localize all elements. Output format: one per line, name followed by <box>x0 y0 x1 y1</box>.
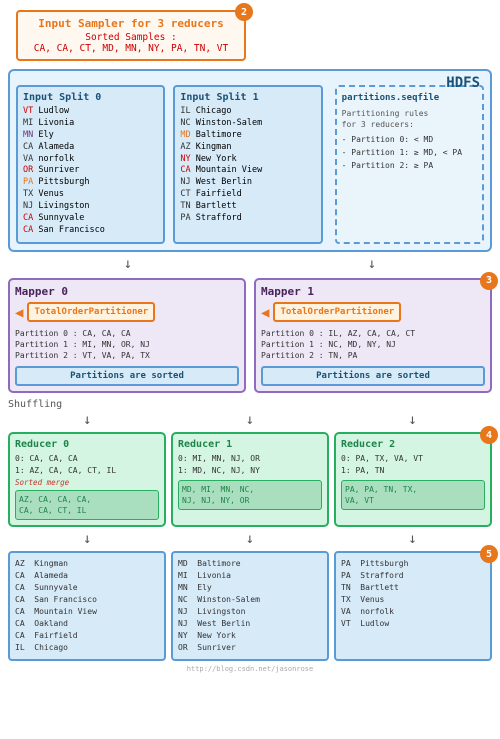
mapper-box-1: Mapper 1 ◀ TotalOrderPartitioner Partiti… <box>254 278 492 394</box>
reducer-1-title: Reducer 1 <box>178 439 322 450</box>
mapper-1-partitions: Partition 0 : IL, AZ, CA, CA, CT Partiti… <box>261 328 485 362</box>
mapper-box-0: Mapper 0 ◀ TotalOrderPartitioner Partiti… <box>8 278 246 394</box>
input-sampler-content: Sorted Samples : CA, CA, CT, MD, MN, NY,… <box>26 32 236 54</box>
arrows-to-reducers: ↓ ↓ ↓ <box>6 412 494 428</box>
reducer-1-out-0: MD, MI, MN, NC, <box>182 485 254 494</box>
mapper-0-title: Mapper 0 <box>15 285 239 298</box>
seqfile-rules: - Partition 0: < MD - Partition 1: ≥ MD,… <box>342 134 477 172</box>
sorted-box-1: Partitions are sorted <box>261 366 485 386</box>
mapper-0-partitions: Partition 0 : CA, CA, CA Partition 1 : M… <box>15 328 239 362</box>
reducer-box-1: Reducer 1 0: MI, MN, NJ, OR 1: MD, NC, N… <box>171 432 329 527</box>
output-box-2: PA Pittsburgh PA Strafford TN Bartlett T… <box>334 551 492 661</box>
partition-1-2: Partition 2 : TN, PA <box>261 351 357 360</box>
badge-2: 2 <box>235 3 253 21</box>
reducer-2-input-0: 0: PA, TX, VA, VT <box>341 454 423 463</box>
watermark: http://blog.csdn.net/jasonrose <box>6 665 494 673</box>
reducer-box-0: Reducer 0 0: CA, CA, CA 1: AZ, CA, CA, C… <box>8 432 166 527</box>
top-row: Input Sampler for 3 reducers Sorted Samp… <box>6 6 494 65</box>
output-box-1: MD Baltimore MI Livonia MN Ely NC Winsto… <box>171 551 329 661</box>
reducer-1-input: 0: MI, MN, NJ, OR 1: MD, NC, NJ, NY <box>178 453 322 475</box>
arrow-down-2: ↓ <box>368 256 376 272</box>
partition-1-1: Partition 1 : NC, MD, NY, NJ <box>261 340 396 349</box>
reducer-0-out-0: AZ, CA, CA, CA, <box>19 495 91 504</box>
reducer-1-output: MD, MI, MN, NC, NJ, NJ, NY, OR <box>178 480 322 510</box>
left-arrow-1: ◀ <box>261 305 269 321</box>
arrow-down-1: ↓ <box>124 256 132 272</box>
arrows-to-mappers: ↓ ↓ <box>6 256 494 272</box>
reducer-1-input-0: 0: MI, MN, NJ, OR <box>178 454 260 463</box>
output-section: AZ Kingman CA Alameda CA Sunnyvale CA Sa… <box>8 551 492 661</box>
reducers-section: Reducer 0 0: CA, CA, CA 1: AZ, CA, CA, C… <box>8 432 492 527</box>
mapper-0-top-row: ◀ TotalOrderPartitioner <box>15 302 239 325</box>
split-1-title: Input Split 1 <box>180 92 315 103</box>
left-arrow-0: ◀ <box>15 305 23 321</box>
reducer-2-output: PA, PA, TN, TX, VA, VT <box>341 480 485 510</box>
arrow-r0: ↓ <box>83 412 91 428</box>
split-0-title: Input Split 0 <box>23 92 158 103</box>
reducer-2-out-0: PA, PA, TN, TX, <box>345 485 417 494</box>
reducer-0-input-0: 0: CA, CA, CA <box>15 454 78 463</box>
shuffling-label: Shuffling <box>8 399 492 410</box>
page-wrapper: Input Sampler for 3 reducers Sorted Samp… <box>0 0 500 679</box>
badge-5: 5 <box>480 545 498 563</box>
samples-text: CA, CA, CT, MD, MN, NY, PA, TN, VT <box>34 43 228 54</box>
arrow-r1: ↓ <box>246 412 254 428</box>
badge-3: 3 <box>480 272 498 290</box>
reducer-0-output: AZ, CA, CA, CA, CA, CA, CT, IL <box>15 490 159 520</box>
reducer-2-out-1: VA, VT <box>345 496 374 505</box>
reducer-0-out-1: CA, CA, CT, IL <box>19 506 86 515</box>
mapper-1-title: Mapper 1 <box>261 285 485 298</box>
arrow-o0: ↓ <box>83 531 91 547</box>
sorted-box-0: Partitions are sorted <box>15 366 239 386</box>
input-sampler-title: Input Sampler for 3 reducers <box>26 17 236 30</box>
splits-row: Input Split 0 VT Ludlow MI Livonia MN El… <box>16 85 484 244</box>
reducer-2-input-1: 1: PA, TN <box>341 466 384 475</box>
partition-0-0: Partition 0 : CA, CA, CA <box>15 329 131 338</box>
arrow-o2: ↓ <box>408 531 416 547</box>
partition-0-1: Partition 1 : MI, MN, OR, NJ <box>15 340 150 349</box>
split-0-content: VT Ludlow MI Livonia MN Ely CA Alameda V… <box>23 106 158 237</box>
reducer-2-input: 0: PA, TX, VA, VT 1: PA, TN <box>341 453 485 475</box>
output-box-0: AZ Kingman CA Alameda CA Sunnyvale CA Sa… <box>8 551 166 661</box>
total-order-partitioner-0: TotalOrderPartitioner <box>27 302 155 322</box>
reducer-2-title: Reducer 2 <box>341 439 485 450</box>
reducer-1-out-1: NJ, NJ, NY, OR <box>182 496 249 505</box>
split-1-content: IL Chicago NC Winston-Salem MD Baltimore… <box>180 106 315 225</box>
arrow-r2: ↓ <box>408 412 416 428</box>
arrows-to-output: ↓ ↓ ↓ <box>6 531 494 547</box>
reducer-0-input-1: 1: AZ, CA, CA, CT, IL <box>15 466 116 475</box>
mapper-1-top-row: ◀ TotalOrderPartitioner <box>261 302 485 325</box>
input-sampler-box: Input Sampler for 3 reducers Sorted Samp… <box>16 10 246 61</box>
reducer-0-input: 0: CA, CA, CA 1: AZ, CA, CA, CT, IL <box>15 453 159 475</box>
partitions-seqfile: partitions.seqfile Partitioning rulesfor… <box>335 85 484 244</box>
partition-1-0: Partition 0 : IL, AZ, CA, CA, CT <box>261 329 415 338</box>
mappers-section: Mapper 0 ◀ TotalOrderPartitioner Partiti… <box>8 278 492 394</box>
split-box-1: Input Split 1 IL Chicago NC Winston-Sale… <box>173 85 322 244</box>
hdfs-box: HDFS 1 Input Split 0 VT Ludlow MI Livoni… <box>8 69 492 252</box>
reducer-box-2: Reducer 2 0: PA, TX, VA, VT 1: PA, TN PA… <box>334 432 492 527</box>
seqfile-desc: Partitioning rulesfor 3 reducers: <box>342 108 477 130</box>
seqfile-title: partitions.seqfile <box>342 92 477 105</box>
badge-4: 4 <box>480 426 498 444</box>
split-box-0: Input Split 0 VT Ludlow MI Livonia MN El… <box>16 85 165 244</box>
partition-0-2: Partition 2 : VT, VA, PA, TX <box>15 351 150 360</box>
reducer-1-input-1: 1: MD, NC, NJ, NY <box>178 466 260 475</box>
total-order-partitioner-1: TotalOrderPartitioner <box>273 302 401 322</box>
arrow-o1: ↓ <box>246 531 254 547</box>
sorted-merge-0: Sorted merge <box>15 478 159 487</box>
sorted-label: Sorted Samples : <box>85 32 177 43</box>
reducer-0-title: Reducer 0 <box>15 439 159 450</box>
hdfs-label: HDFS <box>446 75 480 91</box>
